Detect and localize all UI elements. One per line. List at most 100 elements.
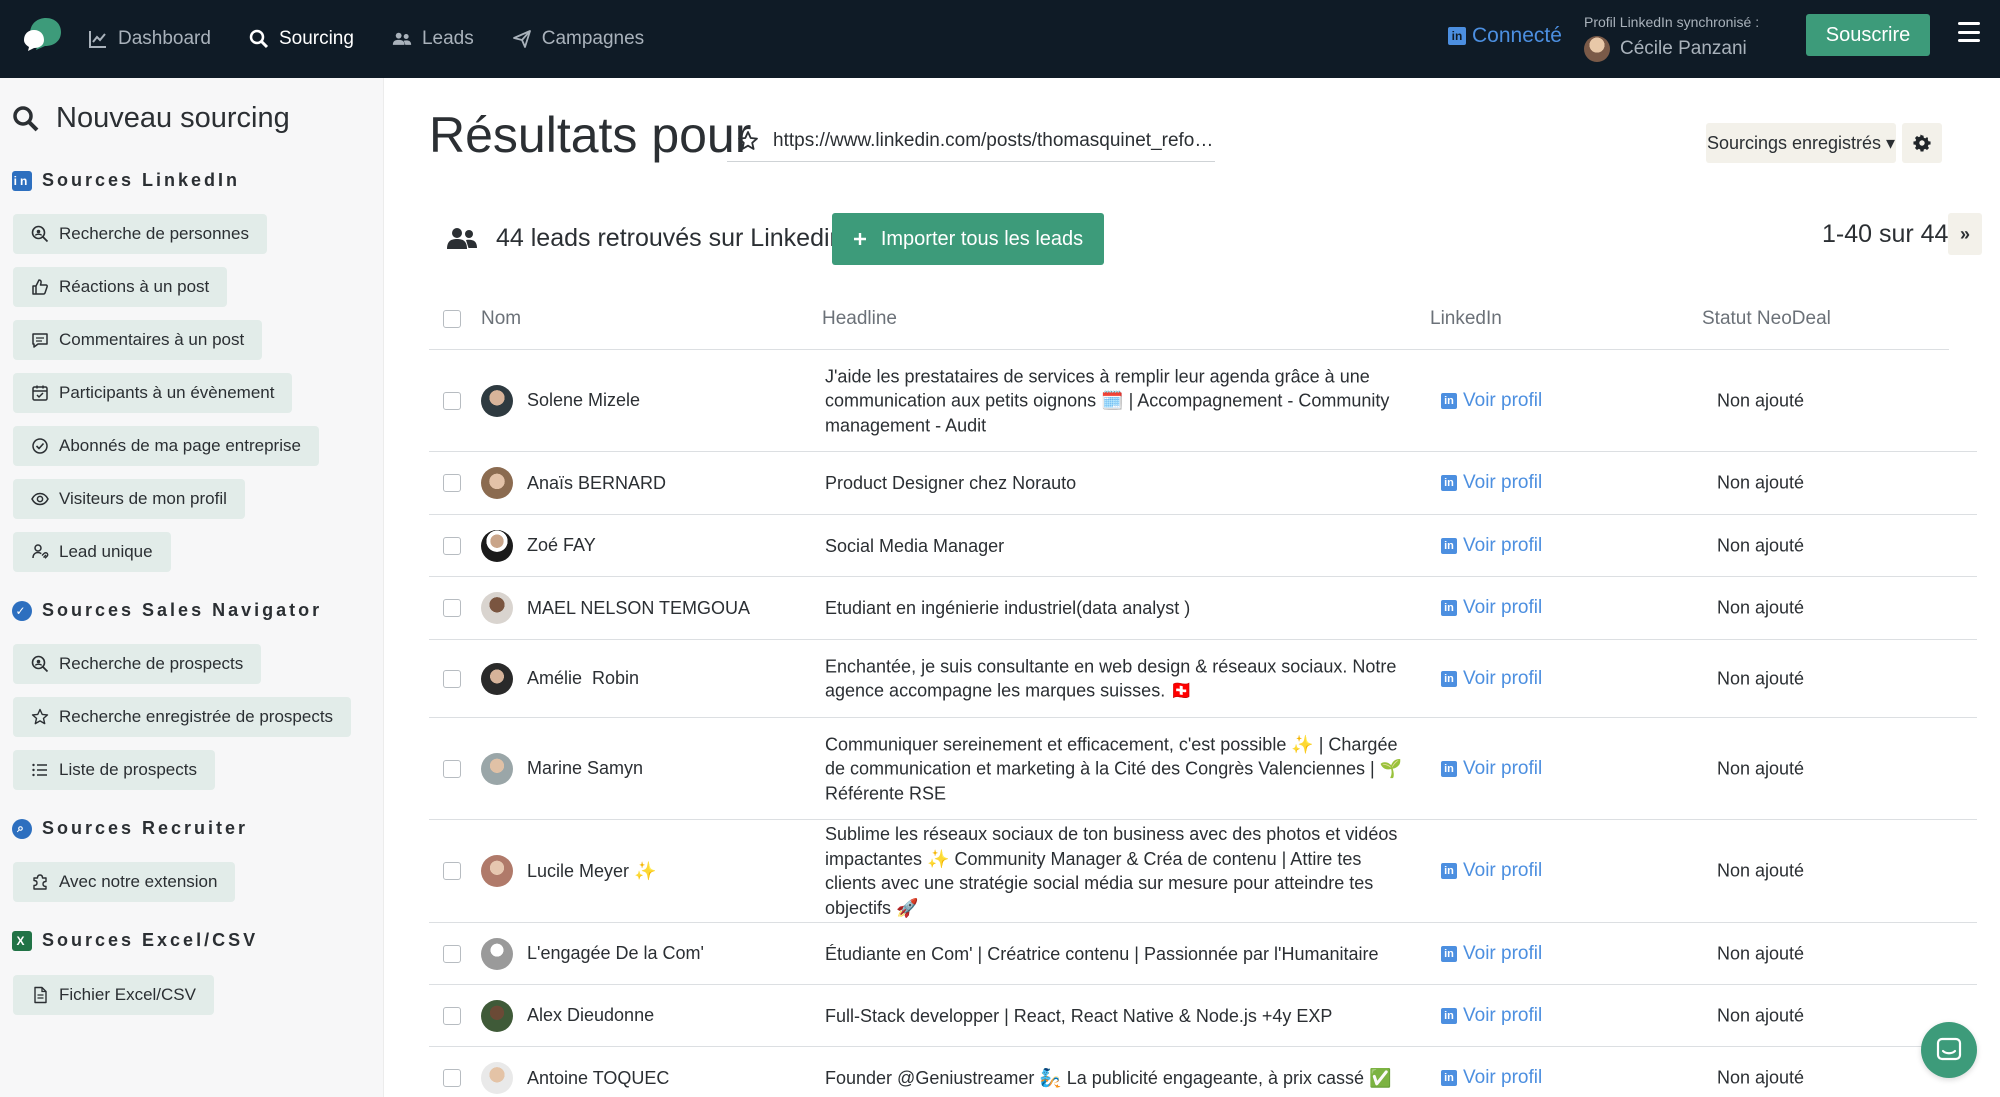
sidebar-item-label: Participants à un évènement <box>59 383 275 402</box>
view-profile-link[interactable]: in Voir profil <box>1441 535 1542 557</box>
view-profile-link[interactable]: in Voir profil <box>1441 943 1542 965</box>
row-checkbox[interactable] <box>443 474 461 492</box>
users-icon <box>392 32 412 45</box>
nav-campagnes[interactable]: Campagnes <box>512 28 644 50</box>
sidebar-item-extension[interactable]: Avec notre extension <box>13 862 236 902</box>
table-row[interactable]: Lucile Meyer ✨ Sublime les réseaux socia… <box>429 820 1977 923</box>
table-header: Nom Headline LinkedIn Statut NeoDeal <box>429 288 1949 350</box>
menu-icon[interactable] <box>1958 22 1980 42</box>
row-checkbox[interactable] <box>443 599 461 617</box>
source-url-field[interactable]: https://www.linkedin.com/posts/thomasqui… <box>727 120 1215 162</box>
sidebar-item-label: Visiteurs de mon profil <box>59 489 227 508</box>
view-profile-link[interactable]: in Voir profil <box>1441 1005 1542 1027</box>
sidebar-item-recherche-prospects[interactable]: Recherche de prospects <box>13 644 262 684</box>
table-row[interactable]: Antoine TOQUEC Founder @Geniustreamer 🧞 … <box>429 1047 1977 1097</box>
next-page-button[interactable]: » <box>1948 213 1982 255</box>
view-profile-link[interactable]: in Voir profil <box>1441 860 1542 882</box>
select-all-checkbox[interactable] <box>443 310 461 328</box>
lead-name-cell: MAEL NELSON TEMGOUA <box>481 592 750 624</box>
table-row[interactable]: Alex Dieudonne Full-Stack developper | R… <box>429 985 1977 1047</box>
section-excel-title: Sources Excel/CSV <box>42 930 259 950</box>
leads-count: 44 leads retrouvés sur Linkedin <box>446 224 843 253</box>
table-row[interactable]: Anaïs BERNARD Product Designer chez Nora… <box>429 452 1977 515</box>
chat-support-button[interactable] <box>1921 1022 1977 1078</box>
view-profile-link[interactable]: in Voir profil <box>1441 472 1542 494</box>
sidebar-item-reactions[interactable]: Réactions à un post <box>13 267 228 307</box>
row-checkbox[interactable] <box>443 862 461 880</box>
column-name[interactable]: Nom <box>481 308 521 330</box>
calendar-check-icon <box>32 385 48 401</box>
view-profile-link[interactable]: in Voir profil <box>1441 390 1542 412</box>
table-row[interactable]: L'engagée De la Com' Étudiante en Com' |… <box>429 923 1977 985</box>
lead-name: Anaïs BERNARD <box>527 472 667 493</box>
row-checkbox[interactable] <box>443 1069 461 1087</box>
settings-button[interactable] <box>1902 123 1942 163</box>
view-profile-label: Voir profil <box>1463 1067 1543 1088</box>
linkedin-icon: in <box>1448 27 1466 45</box>
sidebar-item-abonnes[interactable]: Abonnés de ma page entreprise <box>13 426 319 466</box>
table-row[interactable]: MAEL NELSON TEMGOUA Etudiant en ingénier… <box>429 577 1977 640</box>
subscribe-button[interactable]: Souscrire <box>1806 14 1930 56</box>
linkedin-icon: in <box>12 170 32 191</box>
row-checkbox[interactable] <box>443 759 461 778</box>
pagination-range: 1-40 sur 44 <box>1822 220 1949 248</box>
nav-dashboard[interactable]: Dashboard <box>88 28 211 50</box>
linkedin-connected-status[interactable]: in Connecté <box>1448 24 1562 48</box>
section-sales-navigator-title: Sources Sales Navigator <box>42 600 323 620</box>
nav-sourcing[interactable]: Sourcing <box>249 28 354 50</box>
leads-table: Nom Headline LinkedIn Statut NeoDeal Sol… <box>429 288 1977 1097</box>
linkedin-icon: in <box>1441 537 1457 554</box>
sync-user[interactable]: Cécile Panzani <box>1584 36 1759 62</box>
view-profile-label: Voir profil <box>1463 472 1543 493</box>
linkedin-icon: in <box>1441 1070 1457 1086</box>
sidebar-item-participants[interactable]: Participants à un évènement <box>13 373 293 413</box>
column-status[interactable]: Statut NeoDeal <box>1702 308 1831 330</box>
view-profile-link[interactable]: in Voir profil <box>1441 668 1542 690</box>
lead-headline: Etudiant en ingénierie industriel(data a… <box>825 597 1191 618</box>
column-headline[interactable]: Headline <box>822 308 897 330</box>
sidebar-item-recherche-personnes[interactable]: Recherche de personnes <box>13 214 267 254</box>
table-row[interactable]: Amélie Robin Enchantée, je suis consulta… <box>429 640 1977 718</box>
star-icon[interactable] <box>737 130 759 152</box>
lead-status: Non ajouté <box>1717 943 1805 963</box>
row-checkbox[interactable] <box>443 391 461 410</box>
chart-line-icon <box>89 31 106 48</box>
import-all-leads-button[interactable]: Importer tous les leads <box>832 213 1104 265</box>
nav-dashboard-label: Dashboard <box>118 28 211 49</box>
gear-icon <box>1913 134 1931 152</box>
sidebar-item-recherche-enregistree[interactable]: Recherche enregistrée de prospects <box>13 697 352 737</box>
avatar <box>481 592 513 624</box>
nav-leads[interactable]: Leads <box>392 28 474 50</box>
leads-count-label: 44 leads retrouvés sur Linkedin <box>496 224 844 252</box>
lead-headline: Full-Stack developper | React, React Nat… <box>825 1005 1333 1026</box>
saved-sourcings-dropdown[interactable]: Sourcings enregistrés ▾ <box>1706 123 1896 163</box>
section-recruiter: ⌕ Sources Recruiter <box>12 818 248 839</box>
plus-icon <box>853 233 866 245</box>
main-nav: Dashboard Sourcing Leads Campagnes <box>88 0 644 78</box>
view-profile-label: Voir profil <box>1463 534 1543 556</box>
row-checkbox[interactable] <box>443 944 461 963</box>
search-icon <box>249 29 269 49</box>
avatar <box>481 937 513 970</box>
row-checkbox[interactable] <box>443 1006 461 1025</box>
table-row[interactable]: Solene Mizele J'aide les prestataires de… <box>429 350 1977 452</box>
sidebar-item-liste-prospects[interactable]: Liste de prospects <box>13 750 215 790</box>
avatar <box>481 662 513 695</box>
view-profile-link[interactable]: in Voir profil <box>1441 1067 1542 1089</box>
sidebar-item-visiteurs[interactable]: Visiteurs de mon profil <box>13 479 245 519</box>
column-linkedin[interactable]: LinkedIn <box>1430 308 1502 330</box>
row-checkbox[interactable] <box>443 669 461 688</box>
view-profile-link[interactable]: in Voir profil <box>1441 758 1542 780</box>
lead-status: Non ajouté <box>1717 1005 1805 1025</box>
sidebar-item-label: Recherche de prospects <box>59 654 244 673</box>
sidebar-item-commentaires[interactable]: Commentaires à un post <box>13 320 263 360</box>
row-checkbox[interactable] <box>443 536 461 555</box>
sidebar-item-lead-unique[interactable]: Lead unique <box>13 532 171 572</box>
table-row[interactable]: Marine Samyn Communiquer sereinement et … <box>429 718 1977 820</box>
sidebar-item-fichier-excel[interactable]: Fichier Excel/CSV <box>13 975 214 1015</box>
neodeal-logo[interactable] <box>22 14 64 54</box>
user-search-icon <box>31 225 49 243</box>
linkedin-sync-info: Profil LinkedIn synchronisé : Cécile Pan… <box>1584 14 1759 62</box>
view-profile-link[interactable]: in Voir profil <box>1441 597 1542 619</box>
table-row[interactable]: Zoé FAY Social Media Manager in Voir prof… <box>429 515 1977 577</box>
